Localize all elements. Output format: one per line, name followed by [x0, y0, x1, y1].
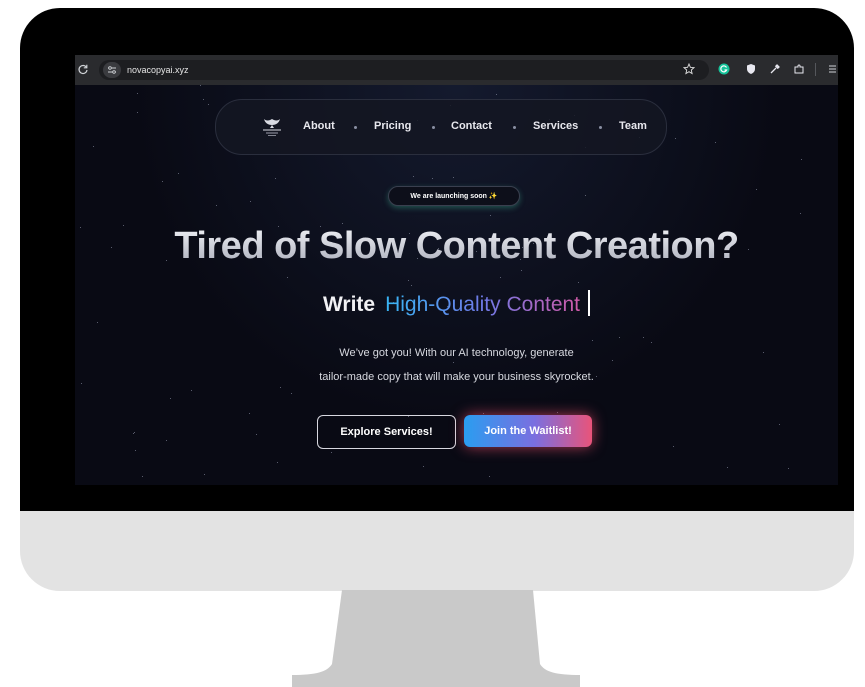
star-dot — [203, 99, 204, 100]
star-dot — [342, 223, 343, 224]
monitor-chin — [20, 511, 854, 591]
star-dot — [489, 476, 490, 477]
star-dot — [779, 424, 780, 425]
star-dot — [291, 393, 292, 394]
grammarly-extension-icon[interactable] — [718, 63, 730, 75]
star-dot — [483, 413, 484, 414]
nav-item-team[interactable]: Team — [619, 120, 647, 132]
address-bar[interactable]: novacopyai.xyz — [99, 60, 709, 80]
star-dot — [675, 138, 676, 139]
star-dot — [208, 104, 209, 105]
star-dot — [490, 215, 491, 216]
star-dot — [256, 434, 257, 435]
nav-separator-dot — [513, 126, 516, 129]
star-dot — [423, 466, 424, 467]
star-dot — [619, 337, 620, 338]
monitor-stand — [292, 590, 580, 687]
star-dot — [592, 340, 593, 341]
star-dot — [715, 142, 716, 143]
star-dot — [756, 189, 757, 190]
star-dot — [250, 201, 251, 202]
star-dot — [133, 433, 134, 434]
star-dot — [162, 181, 163, 182]
top-navigation: About Pricing Contact Services Team — [215, 99, 667, 155]
star-dot — [200, 85, 201, 86]
star-dot — [453, 177, 454, 178]
star-dot — [788, 468, 789, 469]
star-dot — [496, 94, 497, 95]
monitor-bezel: novacopyai.xyz About Pricing Contact Ser… — [20, 8, 854, 512]
nav-separator-dot — [432, 126, 435, 129]
star-dot — [275, 178, 276, 179]
star-dot — [453, 362, 454, 363]
url-text: novacopyai.xyz — [127, 65, 189, 75]
shield-extension-icon[interactable] — [745, 63, 757, 75]
nav-item-contact[interactable]: Contact — [451, 120, 492, 132]
site-info-icon[interactable] — [103, 62, 121, 78]
star-dot — [331, 452, 332, 453]
monitor-screen: novacopyai.xyz About Pricing Contact Ser… — [75, 55, 838, 485]
extensions-puzzle-icon[interactable] — [793, 63, 805, 75]
star-dot — [170, 398, 171, 399]
star-dot — [800, 213, 801, 214]
eyedropper-icon[interactable] — [769, 63, 781, 75]
star-dot — [280, 387, 281, 388]
star-dot — [142, 476, 143, 477]
hero-description-line-1: We’ve got you! With our AI technology, g… — [339, 347, 574, 359]
hero-subtitle: Write High-Quality Content — [75, 290, 838, 317]
star-dot — [249, 413, 250, 414]
hero-title: Tired of Slow Content Creation? — [75, 225, 838, 268]
star-dot — [801, 159, 802, 160]
menu-icon[interactable] — [826, 63, 836, 75]
star-dot — [135, 450, 136, 451]
nav-item-pricing[interactable]: Pricing — [374, 120, 411, 132]
star-dot — [578, 282, 579, 283]
star-dot — [413, 176, 414, 177]
star-dot — [97, 322, 98, 323]
star-dot — [204, 474, 205, 475]
nav-separator-dot — [599, 126, 602, 129]
launch-badge: We are launching soon ✨ — [388, 186, 520, 206]
reload-icon[interactable] — [77, 63, 89, 75]
browser-toolbar: novacopyai.xyz — [75, 55, 838, 85]
star-dot — [287, 277, 288, 278]
star-dot — [277, 462, 278, 463]
explore-services-button[interactable]: Explore Services! — [317, 415, 456, 449]
star-dot — [178, 173, 179, 174]
star-dot — [93, 146, 94, 147]
star-dot — [216, 205, 217, 206]
star-dot — [727, 467, 728, 468]
novacopy-logo-icon[interactable] — [260, 116, 284, 138]
star-dot — [191, 390, 192, 391]
star-dot — [137, 112, 138, 113]
nav-item-about[interactable]: About — [303, 120, 335, 132]
star-dot — [81, 383, 82, 384]
nav-separator-dot — [354, 126, 357, 129]
star-dot — [612, 360, 613, 361]
toolbar-divider — [815, 63, 816, 76]
star-dot — [137, 93, 138, 94]
star-dot — [432, 178, 433, 179]
bookmark-star-icon[interactable] — [683, 63, 695, 75]
landing-page: About Pricing Contact Services Team We a… — [75, 85, 838, 485]
star-dot — [673, 446, 674, 447]
nav-item-services[interactable]: Services — [533, 120, 578, 132]
star-dot — [500, 277, 501, 278]
star-dot — [166, 440, 167, 441]
subtitle-typed-text: High-Quality Content — [385, 293, 581, 316]
star-dot — [557, 412, 558, 413]
star-dot — [585, 195, 586, 196]
star-dot — [643, 337, 644, 338]
typing-cursor — [588, 290, 591, 316]
hero-description-line-2: tailor-made copy that will make your bus… — [319, 371, 594, 383]
subtitle-static-text: Write — [322, 293, 376, 316]
star-dot — [134, 432, 135, 433]
star-dot — [651, 342, 652, 343]
star-dot — [411, 285, 412, 286]
star-dot — [521, 270, 522, 271]
join-waitlist-button[interactable]: Join the Waitlist! — [464, 415, 592, 447]
star-dot — [408, 280, 409, 281]
